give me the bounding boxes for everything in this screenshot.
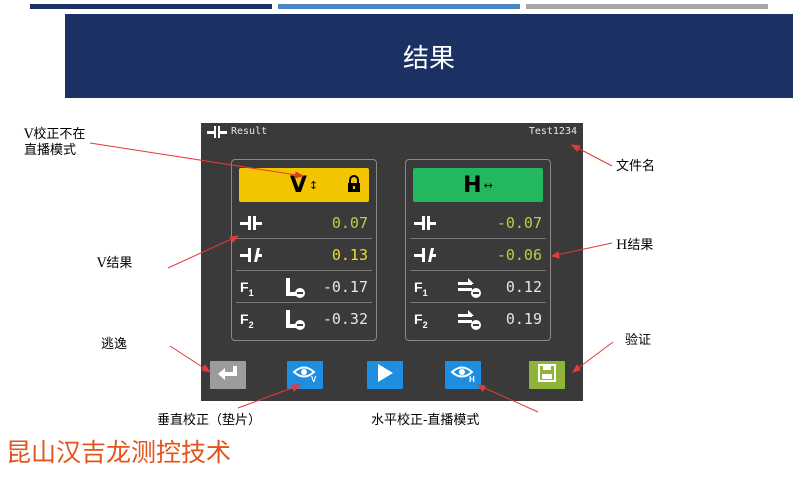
annotation-file-name: 文件名 bbox=[616, 159, 656, 174]
annotation-v-result: V结果 bbox=[97, 256, 133, 271]
annotation-h-result: H结果 bbox=[616, 238, 654, 253]
annotation-v-not-live: V校正不在 直播模式 bbox=[24, 127, 86, 158]
annotation-horizontal-live: 水平校正-直播模式 bbox=[371, 413, 480, 428]
annotation-escape: 逃逸 bbox=[101, 337, 128, 352]
brand-text: 昆山汉吉龙测控技术 bbox=[6, 438, 232, 467]
annotation-verify: 验证 bbox=[625, 333, 652, 348]
annotation-vertical-shim: 垂直校正（垫片） bbox=[157, 413, 262, 428]
annotation-lines bbox=[89, 142, 614, 413]
